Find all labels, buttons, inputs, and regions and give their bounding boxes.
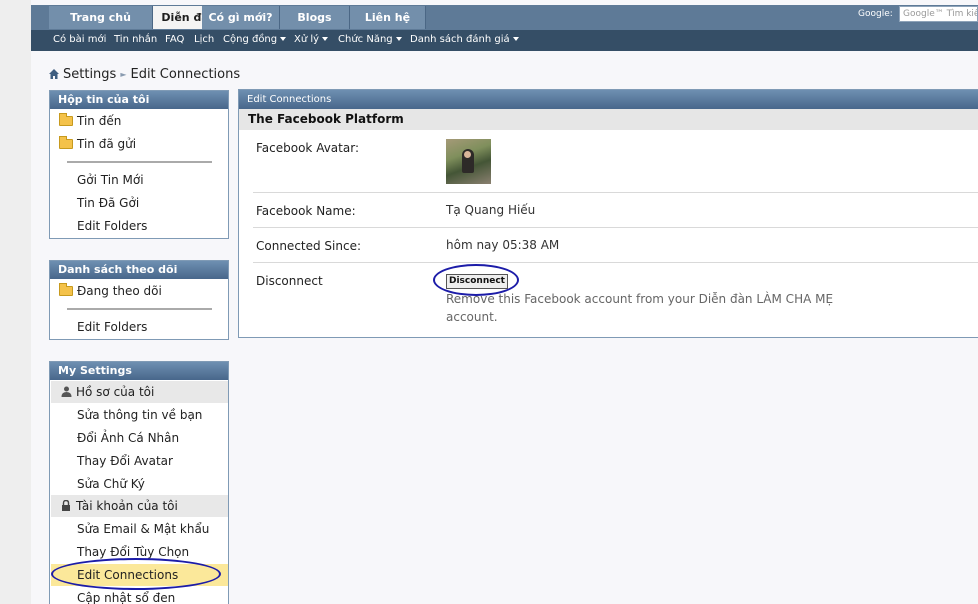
avatar-face (464, 151, 471, 158)
tab-co-gi-moi[interactable]: Có gì mới? (202, 6, 280, 29)
chevron-down-icon (512, 37, 519, 41)
tab-blogs[interactable]: Blogs (280, 6, 350, 29)
edit-email-password-link[interactable]: Sửa Email & Mật khẩu (77, 522, 209, 536)
subnav-community[interactable]: Cộng đồng (223, 34, 287, 45)
breadcrumb-current: Edit Connections (130, 67, 241, 82)
disconnect-label: Disconnect (256, 274, 323, 288)
subnav-functions[interactable]: Chức Năng (338, 34, 402, 45)
subnav-new-posts[interactable]: Có bài mới (53, 34, 106, 45)
facebook-name-value: Tạ Quang Hiếu (446, 203, 536, 217)
user-icon (61, 386, 72, 397)
folder-icon (59, 113, 73, 126)
google-search-input[interactable]: Google™ Tìm kiếm (899, 6, 978, 22)
disconnect-description: Remove this Facebook account from your D… (446, 292, 834, 324)
facebook-name-label: Facebook Name: (256, 204, 356, 218)
folder-icon (59, 283, 73, 296)
subnav-ratings[interactable]: Danh sách đánh giá (410, 34, 519, 45)
sub-nav-bar: Có bài mới Tin nhắn FAQ Lịch Cộng đồng X… (31, 30, 978, 51)
subnav-community-label: Cộng đồng (223, 34, 278, 45)
chevron-down-icon (280, 37, 287, 41)
edit-folders-link[interactable]: Edit Folders (77, 320, 147, 334)
change-avatar-link[interactable]: Thay Đổi Avatar (77, 454, 173, 468)
subnav-calendar[interactable]: Lịch (194, 34, 214, 45)
connected-since-label: Connected Since: (256, 239, 362, 253)
breadcrumb-separator-icon: ► (120, 70, 127, 79)
edit-signature-link[interactable]: Sửa Chữ Ký (77, 477, 145, 491)
account-section-label: Tài khoản của tôi (76, 499, 178, 513)
tab-trang-chu[interactable]: Trang chủ (49, 6, 153, 29)
subnav-ratings-label: Danh sách đánh giá (410, 34, 510, 45)
divider (67, 308, 212, 310)
top-nav-bar: Trang chủ Diễn đàn Có gì mới? Blogs Liên… (31, 5, 978, 30)
lock-icon (62, 500, 70, 511)
left-gutter (0, 0, 31, 604)
inbox-box-title: Hộp tin của tôi (50, 91, 228, 109)
send-new-message-link[interactable]: Gởi Tin Mới (77, 173, 144, 187)
my-settings-box: My Settings Hồ sơ của tôi Sửa thông tin … (49, 361, 229, 604)
subnav-faq[interactable]: FAQ (165, 34, 184, 45)
watch-list-box: Danh sách theo dõi Đang theo dõi Edit Fo… (49, 260, 229, 340)
divider (67, 161, 212, 163)
watch-list-title: Danh sách theo dõi (50, 261, 228, 279)
subnav-tools-label: Xử lý (294, 34, 320, 45)
folder-sent[interactable]: Tin đã gửi (59, 136, 137, 151)
facebook-avatar-image (446, 139, 491, 184)
facebook-avatar-label: Facebook Avatar: (256, 141, 359, 155)
edit-connections-link[interactable]: Edit Connections (77, 568, 178, 582)
home-icon[interactable] (49, 69, 59, 79)
panel-title: Edit Connections (239, 90, 978, 109)
breadcrumb-settings[interactable]: Settings (63, 67, 116, 82)
account-section: Tài khoản của tôi (61, 499, 178, 513)
row-divider (253, 262, 978, 263)
inbox-box: Hộp tin của tôi Tin đến Tin đã gửi Gởi T… (49, 90, 229, 239)
update-blacklist-link[interactable]: Cập nhật sổ đen (77, 591, 175, 604)
change-photo-link[interactable]: Đổi Ảnh Cá Nhân (77, 431, 179, 445)
row-divider (253, 192, 978, 193)
folder-inbox-label: Tin đến (77, 114, 122, 128)
profile-section: Hồ sơ của tôi (61, 385, 154, 399)
folder-sent-label: Tin đã gửi (77, 137, 137, 151)
edit-about-link[interactable]: Sửa thông tin về bạn (77, 408, 202, 422)
platform-title: The Facebook Platform (239, 109, 978, 130)
row-divider (253, 227, 978, 228)
edit-folders-link[interactable]: Edit Folders (77, 219, 147, 233)
chevron-down-icon (395, 37, 402, 41)
subnav-messages[interactable]: Tin nhắn (114, 34, 157, 45)
subnav-functions-label: Chức Năng (338, 34, 393, 45)
folder-inbox[interactable]: Tin đến (59, 113, 122, 128)
my-settings-title: My Settings (50, 362, 228, 380)
folder-watching-label: Đang theo dõi (77, 284, 162, 298)
disconnect-button[interactable]: Disconnect (446, 274, 508, 289)
folder-icon (59, 136, 73, 149)
edit-options-link[interactable]: Thay Đổi Tùy Chọn (77, 545, 189, 559)
tab-lien-he[interactable]: Liên hệ (350, 6, 426, 29)
subnav-tools[interactable]: Xử lý (294, 34, 329, 45)
profile-section-label: Hồ sơ của tôi (76, 385, 155, 399)
edit-connections-panel: Edit Connections The Facebook Platform F… (238, 89, 978, 338)
breadcrumb: Settings ► Edit Connections (49, 67, 240, 82)
google-label: Google: (858, 9, 893, 19)
connected-since-value: hôm nay 05:38 AM (446, 238, 560, 252)
folder-watching[interactable]: Đang theo dõi (59, 283, 162, 298)
chevron-down-icon (322, 37, 329, 41)
sent-messages-link[interactable]: Tin Đã Gởi (77, 196, 139, 210)
